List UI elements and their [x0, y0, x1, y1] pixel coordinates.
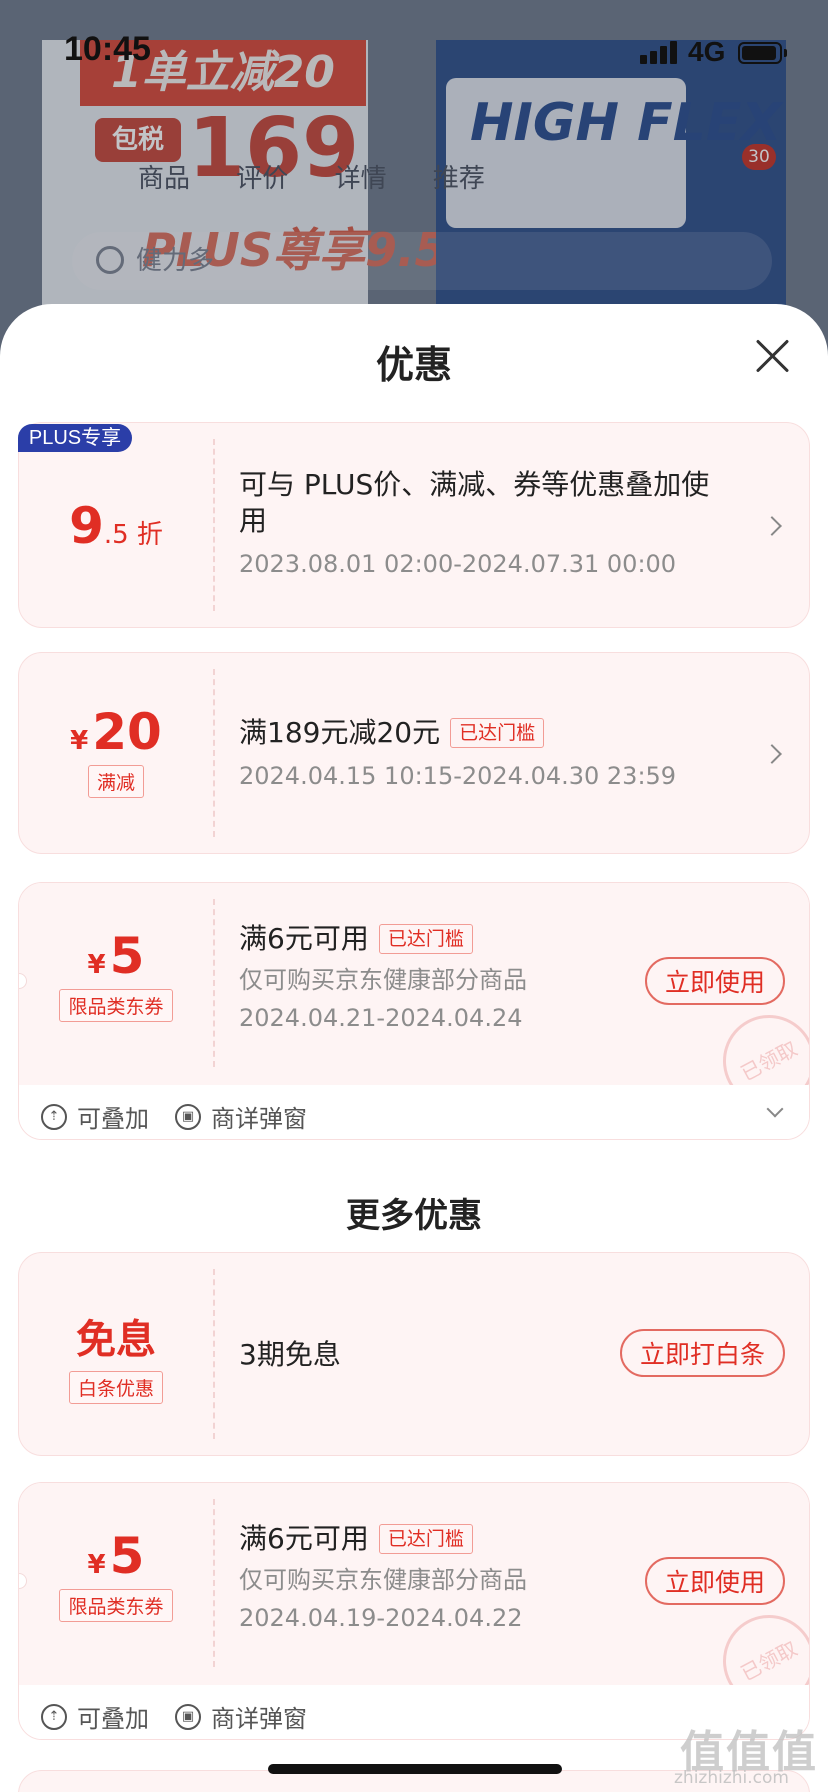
- offer-period: 2023.08.01 02:00-2024.07.31 00:00: [239, 550, 677, 578]
- offer-card-plus-discount[interactable]: 9.5 折 可与 PLUS价、满减、券等优惠叠加使用 2023.08.01 02…: [18, 422, 810, 628]
- offer-title: 可与 PLUS价、满减、券等优惠叠加使用: [239, 468, 710, 537]
- chevron-right-icon[interactable]: [762, 516, 782, 536]
- plus-exclusive-badge: PLUS专享: [18, 424, 132, 452]
- popup-label: 商详弹窗: [211, 1705, 307, 1733]
- close-icon[interactable]: [752, 336, 792, 376]
- offer-amount-value: 5: [109, 1527, 145, 1585]
- offer-title: 满189元减20元: [239, 716, 441, 749]
- currency-symbol: ¥: [87, 950, 106, 980]
- offer-title-row: 满6元可用 已达门槛: [239, 1521, 649, 1557]
- stackable-label: 可叠加: [77, 1105, 149, 1133]
- offer-card-coupon[interactable]: ¥5 限品类东券 满6元可用 已达门槛 仅可购买京东健康部分商品 2024.04.…: [18, 882, 810, 1140]
- coupon-footer: ⇡ 可叠加 ▣ 商详弹窗: [19, 1085, 809, 1139]
- stackable-item: ⇡ 可叠加: [41, 1099, 149, 1134]
- card-divider: [213, 669, 215, 837]
- offer-info: 3期免息: [239, 1337, 609, 1373]
- currency-symbol: ¥: [70, 726, 89, 756]
- stackable-item: ⇡ 可叠加: [41, 1699, 149, 1734]
- offer-info: 满189元减20元 已达门槛 2024.04.15 10:15-2024.04.3…: [239, 715, 719, 793]
- offer-card-coupon[interactable]: ¥5 限品类东券 满6元可用 已达门槛 仅可购买京东健康部分商品 2024.04.…: [18, 1482, 810, 1740]
- offer-info: 满6元可用 已达门槛 仅可购买京东健康部分商品 2024.04.19-2024.0…: [239, 1521, 649, 1635]
- offer-period: 2024.04.19-2024.04.22: [239, 1604, 523, 1632]
- popup-icon: ▣: [175, 1103, 201, 1130]
- offer-title: 满6元可用: [239, 922, 369, 955]
- offer-info: 可与 PLUS价、满减、券等优惠叠加使用 2023.08.01 02:00-20…: [239, 467, 719, 581]
- card-divider: [213, 1269, 215, 1439]
- offer-period: 2024.04.21-2024.04.24: [239, 1004, 523, 1032]
- offer-amount-value: 9: [69, 497, 104, 555]
- status-bar: 10:45 4G: [0, 0, 828, 100]
- status-time: 10:45: [64, 30, 151, 68]
- offer-title: 满6元可用: [239, 1522, 369, 1555]
- battery-icon: [738, 42, 782, 64]
- card-divider: [213, 899, 215, 1067]
- offer-amount-value: 5: [109, 927, 145, 985]
- offer-amount: 免息 白条优惠: [19, 1307, 213, 1404]
- stack-icon: ⇡: [41, 1103, 67, 1130]
- use-now-button[interactable]: 立即使用: [644, 1557, 785, 1605]
- more-offers-heading: 更多优惠: [346, 1196, 482, 1236]
- threshold-reached-tag: 已达门槛: [378, 924, 473, 954]
- popup-icon: ▣: [175, 1703, 201, 1730]
- offer-period: 2024.04.15 10:15-2024.04.30 23:59: [239, 762, 677, 790]
- offer-scope: 仅可购买京东健康部分商品: [239, 966, 527, 994]
- stackable-label: 可叠加: [77, 1705, 149, 1733]
- card-divider: [213, 1499, 215, 1667]
- popup-item: ▣ 商详弹窗: [175, 1699, 307, 1734]
- sheet-title: 优惠: [375, 343, 452, 387]
- offer-type-tag: 白条优惠: [68, 1371, 163, 1404]
- home-indicator[interactable]: [268, 1764, 562, 1774]
- baitiao-pay-button[interactable]: 立即打白条: [619, 1329, 785, 1377]
- offer-amount-value: 免息: [76, 1317, 156, 1363]
- offer-card-interest-free[interactable]: 免息 白条优惠 3期免息 立即打白条: [18, 1252, 810, 1456]
- offer-title-row: 满6元可用 已达门槛: [239, 921, 649, 957]
- chevron-right-icon[interactable]: [762, 744, 782, 764]
- offer-amount: 9.5 折: [19, 497, 213, 555]
- offer-amount-value: 20: [92, 703, 162, 761]
- offer-title: 3期免息: [239, 1338, 341, 1371]
- offer-amount: ¥5 限品类东券: [19, 1527, 213, 1622]
- card-divider: [213, 439, 215, 611]
- offer-type-tag: 限品类东券: [59, 1589, 173, 1622]
- network-type: 4G: [688, 36, 726, 67]
- offer-amount-suffix: .5 折: [103, 520, 163, 550]
- offers-sheet: 优惠 9.5 折 可与 PLUS价、满减、券等优惠叠加使用 2023.08.01…: [0, 304, 828, 1792]
- offer-type-tag: 满减: [87, 765, 144, 798]
- offer-amount: ¥20 满减: [19, 703, 213, 798]
- popup-label: 商详弹窗: [211, 1105, 307, 1133]
- offer-scope: 仅可购买京东健康部分商品: [239, 1566, 527, 1594]
- chevron-down-icon[interactable]: [766, 1100, 784, 1118]
- stack-icon: ⇡: [41, 1703, 67, 1730]
- offer-title-row: 满189元减20元 已达门槛: [239, 715, 719, 751]
- offer-info: 满6元可用 已达门槛 仅可购买京东健康部分商品 2024.04.21-2024.0…: [239, 921, 649, 1035]
- offer-amount: ¥5 限品类东券: [19, 927, 213, 1022]
- threshold-reached-tag: 已达门槛: [450, 718, 545, 748]
- currency-symbol: ¥: [87, 1550, 106, 1580]
- popup-item: ▣ 商详弹窗: [175, 1099, 307, 1134]
- use-now-button[interactable]: 立即使用: [644, 957, 785, 1005]
- watermark-url: zhizhizhi.com: [674, 1768, 789, 1788]
- offer-card-full-reduction[interactable]: ¥20 满减 满189元减20元 已达门槛 2024.04.15 10:15-20…: [18, 652, 810, 854]
- battery-tip: [784, 49, 787, 57]
- threshold-reached-tag: 已达门槛: [378, 1524, 473, 1554]
- offer-type-tag: 限品类东券: [59, 989, 173, 1022]
